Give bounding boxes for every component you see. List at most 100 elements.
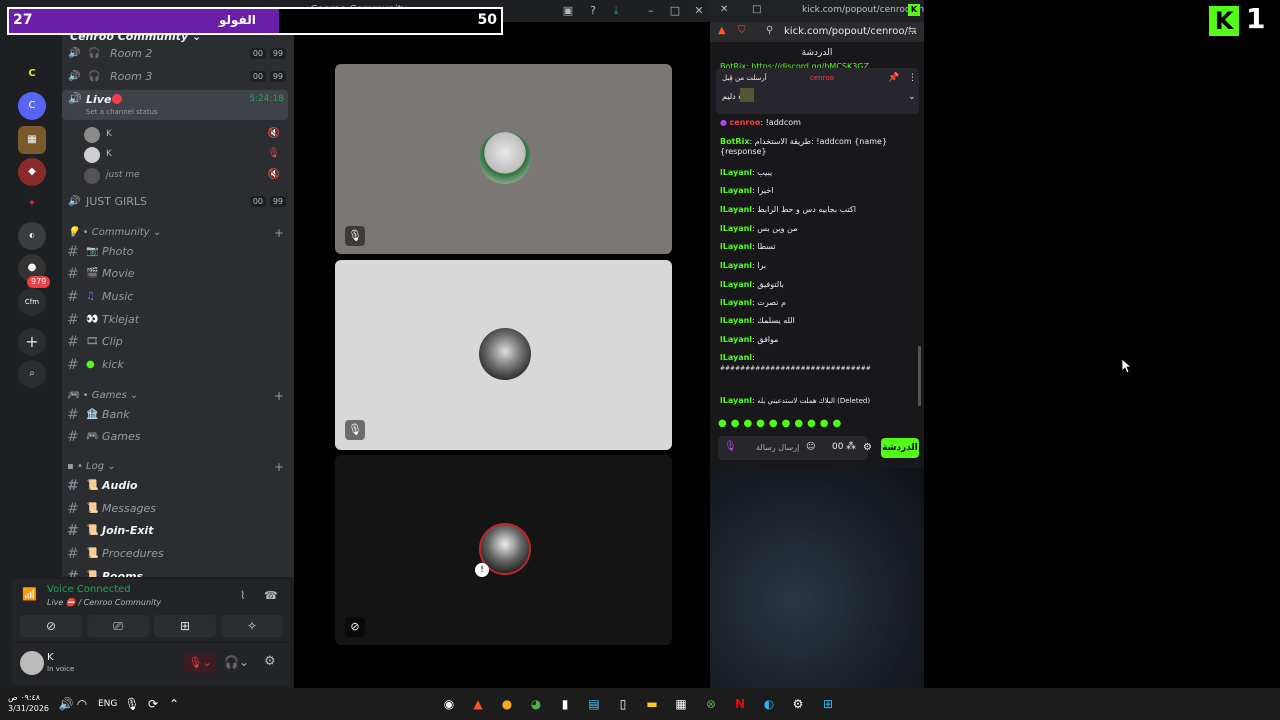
server-icon-c-yellow[interactable]: C	[18, 60, 46, 88]
server-icon-cfm[interactable]: Cfm	[18, 288, 46, 316]
text-channel-photo[interactable]: # 📷 Photo	[62, 241, 294, 263]
chevron-down-icon[interactable]: ⌄	[908, 92, 916, 102]
voice-user[interactable]: just me 🔇	[84, 167, 284, 185]
mute-mic-button[interactable]: 🎙⌄	[184, 653, 216, 673]
tune-icon[interactable]: ⇆	[908, 25, 916, 36]
voice-location[interactable]: Live ⛔ / Cenroo Community	[47, 598, 161, 607]
camera-toggle-button[interactable]: ⊘	[20, 615, 82, 637]
chat-message[interactable]: ● cenroo: !addcom	[720, 118, 915, 128]
add-channel-icon[interactable]: +	[274, 225, 284, 241]
category-log[interactable]: ▪ • Log ⌄	[67, 459, 116, 475]
video-tile[interactable]: 🎙	[335, 64, 672, 254]
channel-status-hint[interactable]: Set a channel status	[86, 108, 158, 116]
chat-message[interactable]: lLayanl: من وين بس	[720, 224, 915, 234]
text-channel-messages[interactable]: # 📜 Messages	[62, 498, 294, 520]
server-icon-red[interactable]: ✦	[18, 190, 46, 218]
message-user[interactable]: BotRix	[720, 137, 749, 146]
voice-channel-room3[interactable]: 🔊 🎧 Room 3 00 99	[62, 66, 294, 88]
chat-message[interactable]: lLayanl: ##############################	[720, 353, 915, 374]
emote-bar[interactable]: ●●●●●●●●●●	[718, 418, 886, 430]
pinned-message[interactable]: أرسلت من قِبل cenroo 📌 ⋮ قناة دليم ⌄	[716, 68, 919, 114]
shield-icon[interactable]: ⛉	[738, 25, 746, 36]
live-channel[interactable]: 🔊 Live 5:24:18 Set a channel status	[62, 90, 288, 120]
chat-message[interactable]: lLayanl: موافق	[720, 335, 915, 345]
emoji-icon[interactable]: ☺	[806, 442, 815, 452]
text-channel-audio[interactable]: # 📜 Audio	[62, 475, 294, 497]
close-button[interactable]: ✕	[691, 3, 707, 19]
language-indicator[interactable]: ENG	[98, 699, 117, 709]
brave-icon[interactable]: ▲	[718, 25, 726, 36]
chat-message[interactable]: lLayanl: م تصرت	[720, 298, 915, 308]
disconnect-icon[interactable]: ☎	[264, 589, 278, 602]
windows-start-icon[interactable]: ⊞	[820, 696, 836, 712]
obs-icon[interactable]: ◉	[441, 696, 457, 712]
download-icon[interactable]: ⤓	[608, 3, 624, 19]
message-user[interactable]: lLayanl	[720, 186, 752, 195]
chat-message[interactable]: lLayanl: تسطا	[720, 242, 915, 252]
category-games[interactable]: 🎮 • Games ⌄	[67, 388, 138, 404]
tab-title[interactable]: kick.com/popout/cenroo/ch...	[802, 5, 924, 15]
url-field[interactable]: kick.com/popout/cenroo/...	[784, 26, 917, 37]
inbox-icon[interactable]: ▣	[560, 3, 576, 19]
chat-message[interactable]: lLayanl: بالتوفيق	[720, 280, 915, 290]
message-user[interactable]: lLayanl	[720, 335, 752, 344]
add-server-button[interactable]: +	[18, 328, 46, 356]
chat-message[interactable]: lLayanl: الله يسلمك	[720, 316, 915, 326]
activities-button[interactable]: ⊞	[154, 615, 216, 637]
system-clock[interactable]: ٠٩:٤٨ ص 3/31/2026	[8, 692, 49, 714]
brave-icon[interactable]: ▲	[470, 696, 486, 712]
server-icon-minecraft[interactable]: ▦	[18, 126, 46, 154]
video-tile[interactable]: 🎙	[335, 260, 672, 450]
headphones-icon[interactable]: 🎧⌄	[224, 655, 249, 669]
text-channel-procedures[interactable]: # 📜 Procedures	[62, 543, 294, 565]
chat-settings-icon[interactable]: ⚙	[863, 442, 872, 453]
message-user[interactable]: lLayanl	[720, 353, 752, 362]
chat-message[interactable]: lLayanl: يبيب	[720, 168, 915, 178]
message-user[interactable]: lLayanl	[720, 396, 752, 405]
text-channel-music[interactable]: # ♫ Music	[62, 286, 294, 308]
voice-channel-just-girls[interactable]: 🔊 JUST GIRLS 00 99	[62, 191, 294, 213]
xbox-icon[interactable]: ⊗	[703, 696, 719, 712]
chat-message[interactable]: lLayanl: اخيرا	[720, 186, 915, 196]
voice-user[interactable]: K 🔇	[84, 126, 284, 144]
server-icon-cenroo[interactable]: C	[18, 92, 46, 120]
app-dark-icon[interactable]: ▮	[557, 696, 573, 712]
settings-gear-icon[interactable]: ⚙	[264, 654, 276, 669]
message-user[interactable]: lLayanl	[720, 298, 752, 307]
text-channel-games[interactable]: # 🎮 Games	[62, 426, 294, 448]
pin-icon[interactable]: 📌	[888, 73, 899, 83]
discover-icon[interactable]: ⌕	[18, 360, 46, 388]
chat-message[interactable]: lLayanl: البلاك هملت لاستدعيني يله (Dele…	[720, 396, 915, 406]
noise-suppression-icon[interactable]: ⌇	[240, 589, 245, 602]
volume-icon[interactable]: 🔊	[58, 696, 74, 712]
server-icon-community[interactable]: ◐	[18, 222, 46, 250]
video-tile[interactable]: ! ⊘	[335, 455, 672, 645]
chat-scrollbar[interactable]	[918, 346, 921, 406]
maximize-button[interactable]: □	[667, 3, 683, 19]
text-channel-tklejat[interactable]: # 👀 Tklejat	[62, 309, 294, 331]
text-channel-clip[interactable]: # 🎞 Clip	[62, 331, 294, 353]
message-user[interactable]: lLayanl	[720, 242, 752, 251]
close-tab-icon[interactable]: ✕	[720, 4, 728, 15]
message-user[interactable]: lLayanl	[720, 280, 752, 289]
file-explorer-icon[interactable]: ▬	[644, 696, 660, 712]
text-channel-kick[interactable]: # ● kick	[62, 354, 294, 376]
message-user[interactable]: cenroo	[730, 118, 761, 127]
chat-send-button[interactable]: الدردشة	[881, 438, 919, 458]
server-icon-game[interactable]: ◆	[18, 158, 46, 186]
text-channel-bank[interactable]: # 🏦 Bank	[62, 404, 294, 426]
message-user[interactable]: lLayanl	[720, 316, 752, 325]
microphone-icon[interactable]: 🎙	[124, 696, 140, 712]
store-icon[interactable]: ▦	[673, 696, 689, 712]
add-channel-icon[interactable]: +	[274, 388, 284, 404]
tray-chevron-up-icon[interactable]: ⌃	[166, 696, 182, 712]
wifi-icon[interactable]: ◠	[74, 696, 90, 712]
more-options-icon[interactable]: ⋮	[908, 73, 917, 83]
photos-icon[interactable]: ▤	[586, 696, 602, 712]
message-user[interactable]: lLayanl	[720, 261, 752, 270]
chat-message[interactable]: lLayanl: اكتب بجابيه دس و حط الرابط	[720, 205, 915, 215]
edge-icon[interactable]: ◐	[761, 696, 777, 712]
chat-message[interactable]: BotRix: طريقة الاستخدام: !addcom {name} …	[720, 137, 915, 157]
text-channel-join-exit[interactable]: # 📜 Join-Exit	[62, 520, 294, 542]
site-info-icon[interactable]: ⚲	[766, 25, 773, 36]
